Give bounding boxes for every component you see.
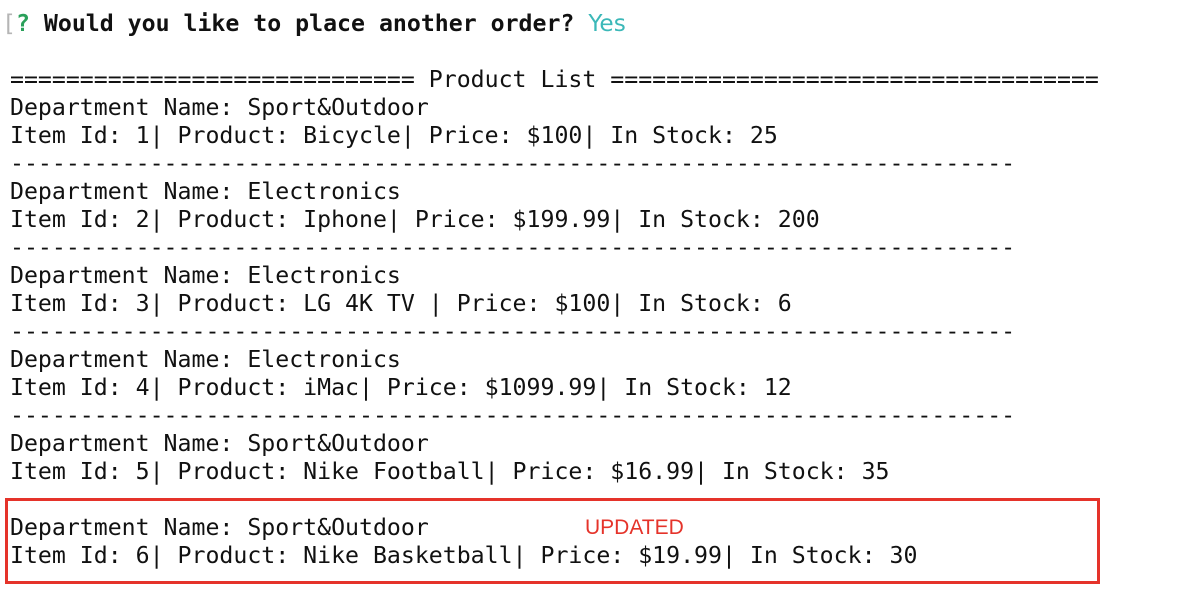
item-details-line: Item Id: 1| Product: Bicycle| Price: $10…	[10, 122, 778, 149]
department-name-line: Department Name: Electronics	[10, 262, 401, 289]
item-details-line: Item Id: 6| Product: Nike Basketball| Pr…	[10, 542, 918, 569]
item-details-line: Item Id: 4| Product: iMac| Price: $1099.…	[10, 374, 792, 401]
department-name-line: Department Name: Electronics	[10, 178, 401, 205]
separator-line: ----------------------------------------…	[10, 234, 1016, 261]
terminal-window: [? Would you like to place another order…	[0, 0, 1194, 600]
separator-line: ----------------------------------------…	[10, 402, 1016, 429]
department-name-line: Department Name: Sport&Outdoor	[10, 514, 429, 541]
prompt-bracket: [	[2, 10, 16, 37]
item-details-line: Item Id: 5| Product: Nike Football| Pric…	[10, 458, 890, 485]
department-name-line: Department Name: Sport&Outdoor	[10, 94, 429, 121]
item-details-line: Item Id: 2| Product: Iphone| Price: $199…	[10, 206, 820, 233]
item-details-line: Item Id: 3| Product: LG 4K TV | Price: $…	[10, 290, 792, 317]
updated-label: UPDATED	[585, 516, 684, 539]
department-name-line: Department Name: Electronics	[10, 346, 401, 373]
prompt-question: Would you like to place another order?	[29, 10, 589, 37]
product-list-header: ============================= Product Li…	[10, 66, 1099, 93]
department-name-line: Department Name: Sport&Outdoor	[10, 430, 429, 457]
separator-line: ----------------------------------------…	[10, 150, 1016, 177]
prompt-question-mark: ?	[15, 10, 30, 37]
order-prompt: [? Would you like to place another order…	[2, 10, 626, 38]
prompt-answer: Yes	[588, 10, 626, 37]
separator-line: ----------------------------------------…	[10, 318, 1016, 345]
